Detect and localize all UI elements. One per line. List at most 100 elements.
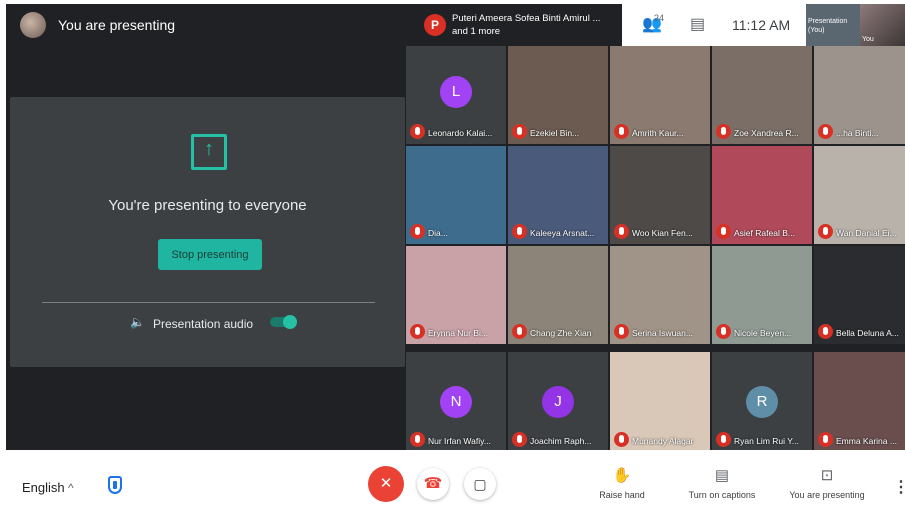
bottom-bar xyxy=(0,450,905,525)
participant-name: Joachim Raph... xyxy=(530,436,592,446)
mic-off-icon xyxy=(410,124,425,139)
participant-tile[interactable]: Amrith Kaur... xyxy=(610,46,710,144)
divider xyxy=(42,302,375,303)
chat-icon[interactable]: ▤ xyxy=(690,14,705,34)
participant-tile[interactable]: Dia... xyxy=(406,146,506,244)
language-selector[interactable]: English xyxy=(22,480,65,495)
participant-name: Emma Karina ... xyxy=(836,436,897,446)
participant-name: Woo Kian Fen... xyxy=(632,228,693,238)
end-call-button[interactable]: ☎ xyxy=(417,468,449,500)
captions-icon: ▤ xyxy=(714,467,730,484)
participant-tile[interactable]: Serina Iswuan... xyxy=(610,246,710,344)
mic-off-icon xyxy=(512,324,527,339)
participant-tile[interactable]: L Leonardo Kalai... xyxy=(406,46,506,144)
presenter-avatar: P xyxy=(424,14,446,36)
participant-avatar: R xyxy=(746,386,778,418)
participant-name: ...ha Binti... xyxy=(836,128,879,138)
self-camera-label: You xyxy=(862,36,874,43)
mic-off-icon xyxy=(716,224,731,239)
participant-name: Nur Irfan Wafiy... xyxy=(428,436,491,446)
present-screen-icon xyxy=(191,134,227,170)
participant-name: Erynna Nur Bi... xyxy=(428,328,488,338)
presenter-name[interactable]: Puteri Ameera Sofea Binti Amirul ... and… xyxy=(452,12,612,38)
participant-name: Dia... xyxy=(428,228,448,238)
self-camera-tile[interactable]: You xyxy=(860,4,905,46)
participant-avatar: L xyxy=(440,76,472,108)
hand-icon: ✋ xyxy=(612,467,632,484)
participant-tile[interactable]: Chang Zhe Xian xyxy=(508,246,608,344)
mic-off-icon xyxy=(614,432,629,447)
participant-name: Wan Danial Ei... xyxy=(836,228,897,238)
mic-off-icon xyxy=(410,324,425,339)
more-options-icon[interactable]: ⋮ xyxy=(893,477,905,497)
top-bar: You are presenting P Puteri Ameera Sofea… xyxy=(6,4,905,46)
participant-tile[interactable]: Kaleeya Arsnat... xyxy=(508,146,608,244)
mic-off-icon xyxy=(512,432,527,447)
mic-off-icon xyxy=(512,124,527,139)
participant-avatar: J xyxy=(542,386,574,418)
present-label: You are presenting xyxy=(789,490,865,500)
participant-tile[interactable]: Zoe Xandrea R... xyxy=(712,46,812,144)
participant-avatar: N xyxy=(440,386,472,418)
toggle-knob xyxy=(283,315,297,329)
mic-off-icon xyxy=(716,324,731,339)
participant-tile[interactable]: J Joachim Raph... xyxy=(508,352,608,450)
participant-name: Serina Iswuan... xyxy=(632,328,693,338)
presentation-audio-toggle[interactable] xyxy=(268,315,297,329)
participant-tile[interactable]: N Nur Irfan Wafiy... xyxy=(406,352,506,450)
presenting-title: You are presenting xyxy=(58,17,176,33)
mic-off-icon xyxy=(614,324,629,339)
shield-icon[interactable] xyxy=(108,476,122,494)
mic-off-icon xyxy=(410,432,425,447)
participant-tile[interactable]: Emma Karina ... xyxy=(814,352,905,450)
captions-label: Turn on captions xyxy=(688,490,756,500)
raise-hand-button[interactable]: ✋ Raise hand xyxy=(594,466,650,500)
chevron-up-icon[interactable]: ^ xyxy=(68,481,74,495)
participant-tile[interactable]: Wan Danial Ei... xyxy=(814,146,905,244)
self-presentation-tile[interactable]: Presentation (You) xyxy=(806,4,860,46)
mic-toggle-button[interactable]: ✕ xyxy=(368,466,404,502)
mic-off-icon xyxy=(512,224,527,239)
mic-off-icon xyxy=(716,432,731,447)
participant-name: Asief Rafeal B... xyxy=(734,228,795,238)
mic-off-icon xyxy=(614,224,629,239)
participant-tile[interactable]: Bella Deluna A... xyxy=(814,246,905,344)
participant-tile[interactable]: R Ryan Lim Rui Y... xyxy=(712,352,812,450)
self-presentation-label-line2: (You) xyxy=(808,27,825,34)
presentation-audio-label: Presentation audio xyxy=(153,317,254,331)
speaker-icon: 🔈 xyxy=(130,315,145,329)
presenting-heading: You're presenting to everyone xyxy=(108,197,307,214)
participant-name: Chang Zhe Xian xyxy=(530,328,592,338)
participant-name: Zoe Xandrea R... xyxy=(734,128,799,138)
participant-name: Leonardo Kalai... xyxy=(428,128,493,138)
raise-hand-label: Raise hand xyxy=(599,490,645,500)
clock: 11:12 AM xyxy=(732,17,791,33)
meeting-stage: You are presenting P Puteri Ameera Sofea… xyxy=(6,4,905,450)
participant-tile[interactable]: Ezekiel Bin... xyxy=(508,46,608,144)
mic-off-icon xyxy=(614,124,629,139)
captions-button[interactable]: ▤ Turn on captions xyxy=(682,466,762,500)
participant-tile[interactable]: Nicole Beyen... xyxy=(712,246,812,344)
participant-tile[interactable]: Erynna Nur Bi... xyxy=(406,246,506,344)
participant-name: Amrith Kaur... xyxy=(632,128,684,138)
camera-toggle-button[interactable]: ▢ xyxy=(464,468,496,500)
presenter-name-line: Puteri Ameera Sofea Binti Amirul ... xyxy=(452,13,601,24)
participant-name: Nicole Beyen... xyxy=(734,328,792,338)
user-avatar xyxy=(20,12,46,38)
mic-off-icon xyxy=(818,432,833,447)
participant-name: Munandy Alagar xyxy=(632,436,694,446)
mic-off-icon xyxy=(716,124,731,139)
participant-tile[interactable]: Woo Kian Fen... xyxy=(610,146,710,244)
participant-tile[interactable]: Asief Rafeal B... xyxy=(712,146,812,244)
present-icon: ⊡ xyxy=(820,467,834,484)
mic-off-icon xyxy=(818,324,833,339)
participant-tile[interactable]: ...ha Binti... xyxy=(814,46,905,144)
present-now-button[interactable]: ⊡ You are presenting xyxy=(784,466,870,500)
participant-name: Bella Deluna A... xyxy=(836,328,899,338)
self-presentation-label-line1: Presentation xyxy=(808,18,848,25)
mic-off-icon xyxy=(410,224,425,239)
participant-tile[interactable]: Munandy Alagar xyxy=(610,352,710,450)
stop-presenting-button[interactable]: Stop presenting xyxy=(158,239,262,270)
participant-grid: L Leonardo Kalai... Ezekiel Bin... Amrith K… xyxy=(406,46,905,450)
people-count: 24 xyxy=(654,13,665,23)
